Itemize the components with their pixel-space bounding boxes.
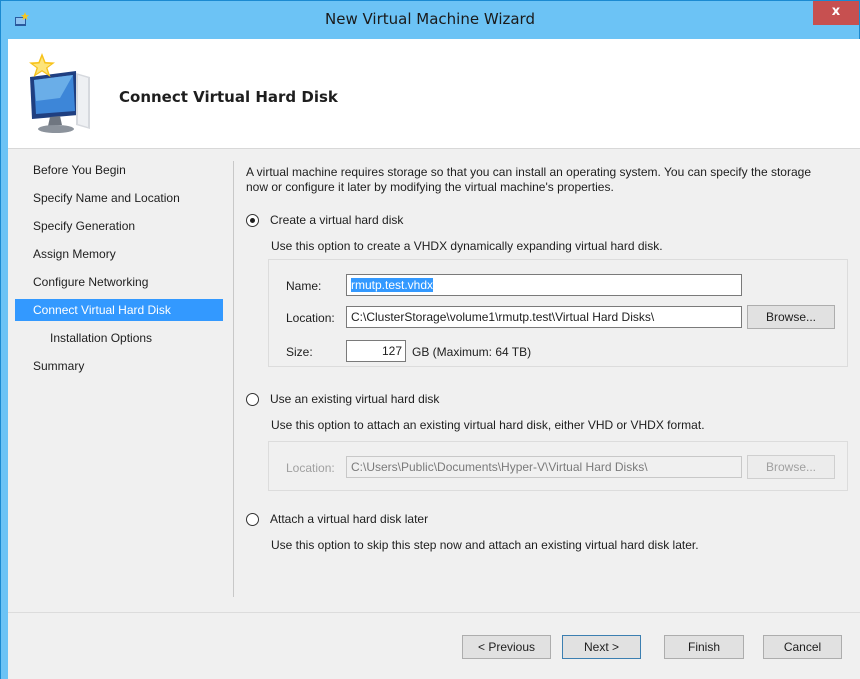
previous-button[interactable]: < Previous: [462, 635, 551, 659]
next-button[interactable]: Next >: [562, 635, 641, 659]
option-existing-vhd-description: Use this option to attach an existing vi…: [271, 418, 705, 432]
name-input-value: rmutp.test.vhdx: [351, 278, 434, 292]
nav-step-specify-name-and-location[interactable]: Specify Name and Location: [8, 187, 223, 209]
intro-text: A virtual machine requires storage so th…: [246, 165, 811, 194]
size-unit-label: GB (Maximum: 64 TB): [412, 345, 532, 359]
wizard-header: Connect Virtual Hard Disk: [8, 39, 860, 149]
nav-step-installation-options[interactable]: Installation Options: [8, 327, 223, 349]
cancel-button[interactable]: Cancel: [763, 635, 842, 659]
footer-divider: [8, 612, 860, 613]
radio-attach-later[interactable]: [246, 512, 259, 526]
option-create-vhd-label: Create a virtual hard disk: [270, 213, 404, 227]
nav-divider: [233, 161, 234, 597]
option-attach-later-label: Attach a virtual hard disk later: [270, 512, 429, 526]
close-button[interactable]: x: [813, 1, 859, 25]
option-attach-later-description: Use this option to skip this step now an…: [271, 538, 699, 552]
option-create-vhd[interactable]: Create a virtual hard disk: [246, 213, 403, 227]
title-bar[interactable]: New Virtual Machine Wizard x: [1, 1, 859, 39]
nav-step-assign-memory[interactable]: Assign Memory: [8, 243, 223, 265]
page-title: Connect Virtual Hard Disk: [119, 88, 338, 106]
window-frame-left: [1, 39, 8, 679]
option-create-vhd-description: Use this option to create a VHDX dynamic…: [271, 239, 663, 253]
existing-vhd-group: Location: C:\Users\Public\Documents\Hype…: [268, 441, 848, 491]
nav-step-specify-generation[interactable]: Specify Generation: [8, 215, 223, 237]
nav-step-connect-virtual-hard-disk[interactable]: Connect Virtual Hard Disk: [15, 299, 223, 321]
nav-step-configure-networking[interactable]: Configure Networking: [8, 271, 223, 293]
option-existing-vhd[interactable]: Use an existing virtual hard disk: [246, 392, 439, 406]
browse-existing-button[interactable]: Browse...: [747, 455, 835, 479]
create-vhd-group: Name: rmutp.test.vhdx Location: C:\Clust…: [268, 259, 848, 367]
size-label: Size:: [286, 345, 313, 359]
window-title: New Virtual Machine Wizard: [325, 10, 535, 28]
location-input[interactable]: C:\ClusterStorage\volume1\rmutp.test\Vir…: [346, 306, 742, 328]
nav-step-before-you-begin[interactable]: Before You Begin: [8, 159, 223, 181]
name-label: Name:: [286, 279, 322, 293]
option-attach-later[interactable]: Attach a virtual hard disk later: [246, 512, 428, 526]
main-panel: A virtual machine requires storage so th…: [246, 149, 860, 599]
size-input[interactable]: 127: [346, 340, 406, 362]
browse-location-button[interactable]: Browse...: [747, 305, 835, 329]
wizard-window: New Virtual Machine Wizard x Connect Vir…: [0, 0, 860, 679]
radio-existing-vhd[interactable]: [246, 392, 259, 406]
option-existing-vhd-label: Use an existing virtual hard disk: [270, 392, 440, 406]
existing-location-input[interactable]: C:\Users\Public\Documents\Hyper-V\Virtua…: [346, 456, 742, 478]
finish-button[interactable]: Finish: [664, 635, 744, 659]
name-input[interactable]: rmutp.test.vhdx: [346, 274, 742, 296]
computer-with-star-icon: [29, 53, 90, 133]
wizard-content: Before You Begin Specify Name and Locati…: [8, 149, 860, 679]
radio-create-vhd[interactable]: [246, 213, 259, 227]
location-label: Location:: [286, 311, 335, 325]
existing-location-label: Location:: [286, 461, 335, 475]
wizard-steps-nav: Before You Begin Specify Name and Locati…: [8, 149, 223, 599]
nav-step-summary[interactable]: Summary: [8, 355, 223, 377]
